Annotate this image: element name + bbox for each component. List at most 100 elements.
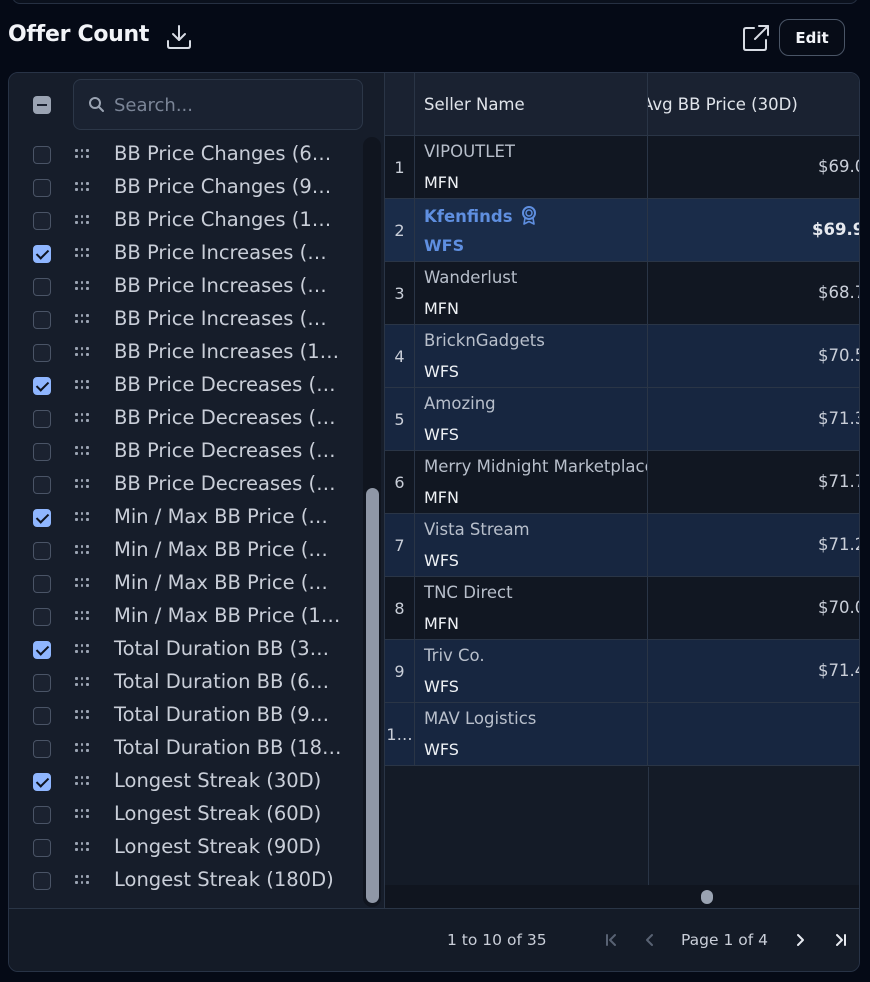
column-checkbox[interactable]	[33, 740, 51, 758]
drag-handle-icon[interactable]	[75, 578, 89, 588]
column-option[interactable]: Total Duration BB (3…	[9, 633, 361, 666]
previous-page-button[interactable]	[638, 928, 662, 952]
seller-cell[interactable]: MAV Logistics WFS	[415, 703, 648, 766]
column-checkbox[interactable]	[33, 575, 51, 593]
column-checkbox[interactable]	[33, 707, 51, 725]
drag-handle-icon[interactable]	[75, 446, 89, 456]
table-row[interactable]: 1 VIPOUTLET MFN $69.09	[385, 136, 859, 199]
drag-handle-icon[interactable]	[75, 842, 89, 852]
drag-handle-icon[interactable]	[75, 875, 89, 885]
column-checkbox[interactable]	[33, 344, 51, 362]
column-option[interactable]: BB Price Changes (1…	[9, 204, 361, 237]
seller-cell[interactable]: Amozing WFS	[415, 388, 648, 451]
column-option[interactable]: Longest Streak (60D)	[9, 798, 361, 831]
download-button[interactable]	[162, 20, 196, 54]
seller-cell[interactable]: Merry Midnight Marketplace MFN	[415, 451, 648, 514]
drag-handle-icon[interactable]	[75, 809, 89, 819]
column-checkbox[interactable]	[33, 311, 51, 329]
column-option[interactable]: BB Price Decreases (…	[9, 468, 361, 501]
horizontal-scroll-thumb[interactable]	[701, 890, 713, 904]
column-checkbox[interactable]	[33, 872, 51, 890]
table-row[interactable]: 6 Merry Midnight Marketplace MFN $71.79	[385, 451, 859, 514]
seller-cell[interactable]: VIPOUTLET MFN	[415, 136, 648, 199]
column-checkbox[interactable]	[33, 839, 51, 857]
drag-handle-icon[interactable]	[75, 314, 89, 324]
column-option[interactable]: Longest Streak (90D)	[9, 831, 361, 864]
column-checkbox[interactable]	[33, 179, 51, 197]
drag-handle-icon[interactable]	[75, 413, 89, 423]
column-checkbox[interactable]	[33, 806, 51, 824]
drag-handle-icon[interactable]	[75, 611, 89, 621]
select-all-checkbox[interactable]	[33, 96, 51, 114]
column-option[interactable]: BB Price Changes (9…	[9, 171, 361, 204]
seller-cell[interactable]: Triv Co. WFS	[415, 640, 648, 703]
column-option[interactable]: BB Price Decreases (…	[9, 402, 361, 435]
seller-cell[interactable]: BricknGadgets WFS	[415, 325, 648, 388]
drag-handle-icon[interactable]	[75, 710, 89, 720]
drag-handle-icon[interactable]	[75, 512, 89, 522]
seller-cell[interactable]: Vista Stream WFS	[415, 514, 648, 577]
drag-handle-icon[interactable]	[75, 677, 89, 687]
table-row[interactable]: 3 Wanderlust MFN $68.79	[385, 262, 859, 325]
drag-handle-icon[interactable]	[75, 776, 89, 786]
column-checkbox[interactable]	[33, 509, 51, 527]
seller-name[interactable]: Kfenfinds	[424, 205, 539, 226]
column-option[interactable]: Total Duration BB (6…	[9, 666, 361, 699]
column-option[interactable]: Longest Streak (180D)	[9, 864, 361, 897]
column-option[interactable]: BB Price Decreases (…	[9, 435, 361, 468]
column-option[interactable]: Longest Streak (30D)	[9, 765, 361, 798]
drag-handle-icon[interactable]	[75, 347, 89, 357]
column-checkbox[interactable]	[33, 245, 51, 263]
table-row[interactable]: 5 Amozing WFS $71.39	[385, 388, 859, 451]
table-row[interactable]: 7 Vista Stream WFS $71.29	[385, 514, 859, 577]
drag-handle-icon[interactable]	[75, 149, 89, 159]
avg-bb-price-header[interactable]: Avg BB Price (30D)	[648, 73, 859, 136]
column-option[interactable]: BB Price Increases (…	[9, 303, 361, 336]
column-option[interactable]: Min / Max BB Price (…	[9, 501, 361, 534]
column-checkbox[interactable]	[33, 146, 51, 164]
column-checkbox[interactable]	[33, 212, 51, 230]
column-option[interactable]: Min / Max BB Price (1…	[9, 600, 361, 633]
seller-cell[interactable]: TNC Direct MFN	[415, 577, 648, 640]
drag-handle-icon[interactable]	[75, 380, 89, 390]
column-option[interactable]: BB Price Decreases (…	[9, 369, 361, 402]
column-checkbox[interactable]	[33, 278, 51, 296]
edit-button[interactable]: Edit	[779, 19, 845, 56]
table-row[interactable]: 8 TNC Direct MFN $70.09	[385, 577, 859, 640]
column-checkbox[interactable]	[33, 641, 51, 659]
drag-handle-icon[interactable]	[75, 644, 89, 654]
seller-cell[interactable]: Kfenfinds WFS	[415, 199, 648, 262]
column-option[interactable]: BB Price Increases (1…	[9, 336, 361, 369]
first-page-button[interactable]	[599, 928, 623, 952]
drag-handle-icon[interactable]	[75, 182, 89, 192]
column-option[interactable]: BB Price Increases (…	[9, 270, 361, 303]
drag-handle-icon[interactable]	[75, 479, 89, 489]
column-option[interactable]: BB Price Increases (…	[9, 237, 361, 270]
table-row[interactable]: 4 BricknGadgets WFS $70.59	[385, 325, 859, 388]
column-checkbox[interactable]	[33, 773, 51, 791]
search-input[interactable]	[114, 92, 354, 118]
column-option[interactable]: Min / Max BB Price (…	[9, 534, 361, 567]
column-option[interactable]: Min / Max BB Price (…	[9, 567, 361, 600]
drag-handle-icon[interactable]	[75, 545, 89, 555]
table-row[interactable]: 1… MAV Logistics WFS	[385, 703, 859, 766]
last-page-button[interactable]	[829, 928, 853, 952]
seller-cell[interactable]: Wanderlust MFN	[415, 262, 648, 325]
next-page-button[interactable]	[788, 928, 812, 952]
column-checkbox[interactable]	[33, 443, 51, 461]
column-option[interactable]: Total Duration BB (18…	[9, 732, 361, 765]
column-checkbox[interactable]	[33, 476, 51, 494]
drag-handle-icon[interactable]	[75, 281, 89, 291]
drag-handle-icon[interactable]	[75, 248, 89, 258]
horizontal-scrollbar[interactable]	[385, 885, 859, 908]
open-external-button[interactable]	[738, 20, 774, 56]
column-checkbox[interactable]	[33, 410, 51, 428]
column-option[interactable]: BB Price Changes (6…	[9, 138, 361, 171]
table-row[interactable]: 2 Kfenfinds WFS $69.99	[385, 199, 859, 262]
column-option[interactable]: Total Duration BB (9…	[9, 699, 361, 732]
drag-handle-icon[interactable]	[75, 743, 89, 753]
drag-handle-icon[interactable]	[75, 215, 89, 225]
column-checkbox[interactable]	[33, 542, 51, 560]
column-list-scroll-thumb[interactable]	[366, 488, 379, 903]
column-checkbox[interactable]	[33, 608, 51, 626]
